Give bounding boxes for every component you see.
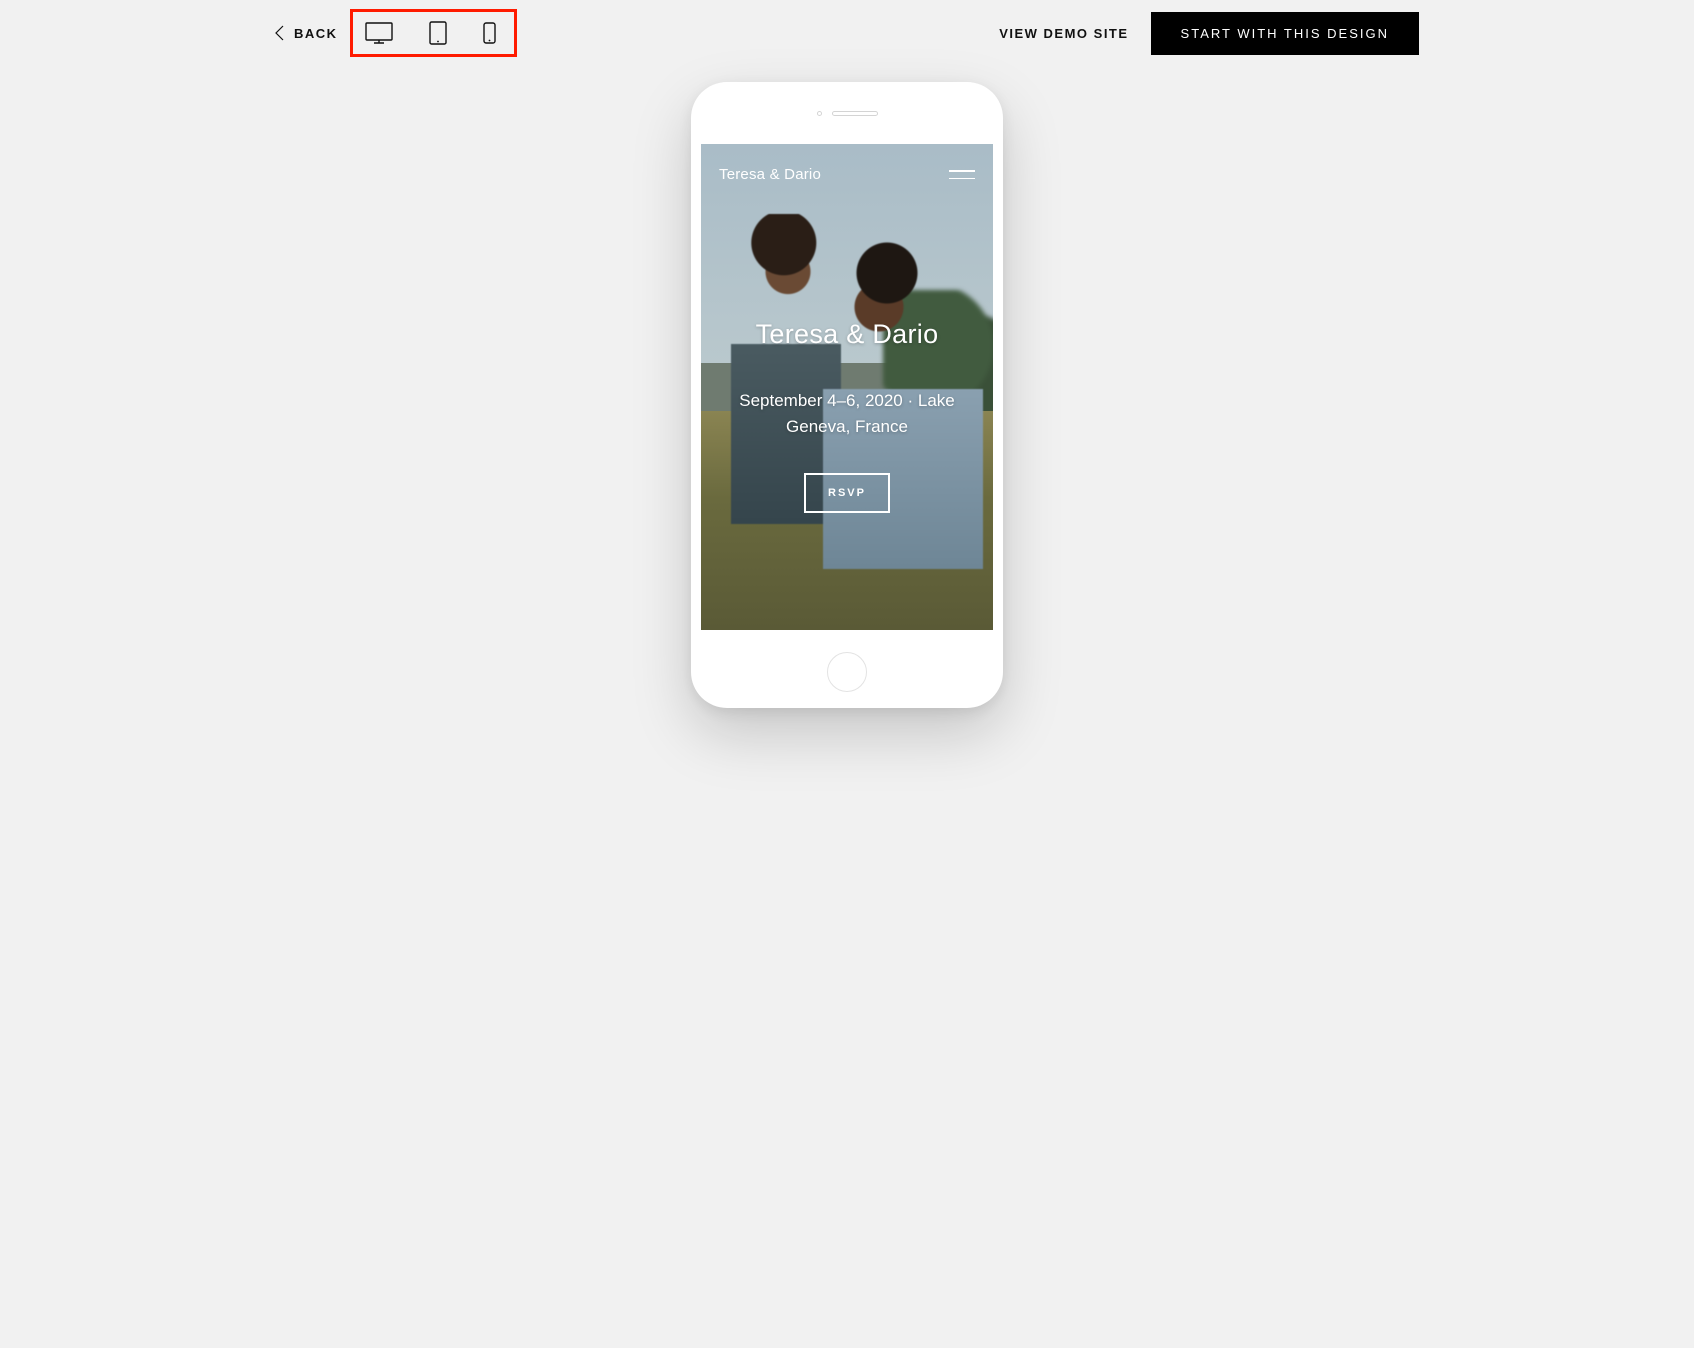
- template-preview-stage: BACK VIEW D: [235, 0, 1459, 974]
- phone-screen: Teresa & Dario Teresa & Dario September …: [701, 144, 993, 630]
- hamburger-icon: [949, 178, 975, 180]
- phone-mockup: Teresa & Dario Teresa & Dario September …: [691, 82, 1003, 708]
- chevron-left-icon: [275, 25, 284, 41]
- desktop-icon: [365, 22, 393, 44]
- phone-home-button[interactable]: [827, 652, 867, 692]
- view-demo-link[interactable]: VIEW DEMO SITE: [999, 26, 1128, 41]
- rsvp-button[interactable]: RSVP: [804, 473, 890, 513]
- back-button[interactable]: BACK: [275, 25, 338, 41]
- menu-button[interactable]: [949, 170, 975, 179]
- tablet-icon: [429, 21, 447, 45]
- mobile-icon: [483, 22, 496, 44]
- site-header: Teresa & Dario: [701, 144, 993, 183]
- phone-speaker-icon: [832, 111, 878, 116]
- hero-content: Teresa & Dario September 4–6, 2020 · Lak…: [701, 319, 993, 513]
- site-title-small[interactable]: Teresa & Dario: [719, 166, 821, 183]
- device-preview-controls: [350, 9, 517, 57]
- desktop-preview-button[interactable]: [365, 22, 393, 44]
- tablet-preview-button[interactable]: [429, 21, 447, 45]
- phone-top-hardware: [691, 82, 1003, 144]
- phone-camera-icon: [817, 111, 822, 116]
- hero-subtitle: September 4–6, 2020 · Lake Geneva, Franc…: [715, 388, 979, 439]
- hamburger-icon: [949, 170, 975, 172]
- back-label: BACK: [294, 26, 338, 41]
- hero-title: Teresa & Dario: [756, 319, 939, 350]
- start-design-button[interactable]: START WITH THIS DESIGN: [1151, 12, 1419, 55]
- topbar: BACK VIEW D: [235, 0, 1459, 66]
- mobile-preview-button[interactable]: [483, 22, 496, 44]
